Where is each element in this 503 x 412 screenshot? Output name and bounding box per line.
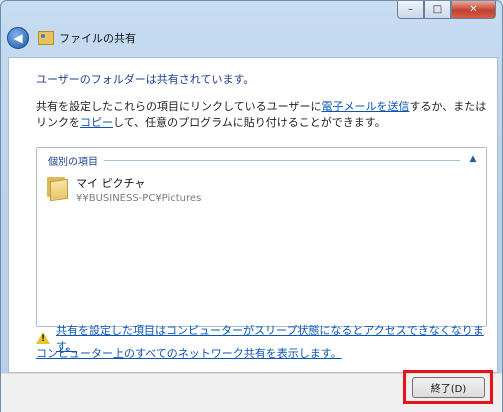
- show-all-row: コンピューター上のすべてのネットワーク共有を表示します。: [36, 345, 342, 361]
- back-button[interactable]: ◀: [7, 27, 29, 49]
- description: 共有を設定したこれらの項目にリンクしているユーザーに電子メールを送信するか、また…: [36, 99, 488, 131]
- minimize-button[interactable]: –: [397, 1, 424, 19]
- group-divider: [104, 159, 460, 161]
- item-name: マイ ピクチャ: [76, 177, 146, 190]
- list-item[interactable]: マイ ピクチャ ¥¥BUSINESS-PC¥Pictures: [46, 175, 201, 204]
- maximize-button[interactable]: □: [424, 1, 451, 19]
- folder-icon: [46, 175, 68, 202]
- back-arrow-icon: ◀: [13, 31, 23, 45]
- caption-buttons: – □ ✕: [397, 1, 496, 19]
- item-path: ¥¥BUSINESS-PC¥Pictures: [76, 193, 202, 204]
- file-sharing-icon: [38, 31, 54, 45]
- group-header[interactable]: 個別の項目 ▲: [48, 153, 480, 168]
- show-all-shares-link[interactable]: コンピューター上のすべてのネットワーク共有を表示します。: [36, 347, 342, 360]
- title-bar: ◀ ファイルの共有: [7, 27, 136, 49]
- description-text-1: 共有を設定したこれらの項目にリンクしているユーザーに: [36, 100, 322, 113]
- status-heading: ユーザーのフォルダーは共有されています。: [36, 73, 255, 86]
- description-text-3: して、任意のプログラムに貼り付けることができます。: [113, 116, 386, 129]
- item-text: マイ ピクチャ ¥¥BUSINESS-PC¥Pictures: [76, 175, 201, 204]
- send-email-link[interactable]: 電子メールを送信: [321, 100, 409, 113]
- shared-items-list: 個別の項目 ▲ マイ ピクチャ ¥¥BUSINESS-PC¥Pictures: [36, 147, 487, 327]
- group-title: 個別の項目: [48, 156, 98, 168]
- highlight-box: [403, 370, 493, 404]
- close-button[interactable]: ✕: [451, 1, 496, 19]
- maximize-icon: □: [432, 4, 443, 15]
- minimize-icon: –: [408, 4, 413, 15]
- warning-icon: !: [36, 332, 50, 344]
- window-title: ファイルの共有: [59, 32, 136, 45]
- content-panel: ユーザーのフォルダーは共有されています。 共有を設定したこれらの項目にリンクして…: [8, 57, 498, 373]
- close-icon: ✕: [469, 4, 478, 15]
- window: – □ ✕ ◀ ファイルの共有 ユーザーのフォルダーは共有されています。 共有を…: [0, 0, 503, 412]
- chevron-up-icon[interactable]: ▲: [466, 154, 480, 166]
- copy-link[interactable]: コピー: [80, 116, 113, 129]
